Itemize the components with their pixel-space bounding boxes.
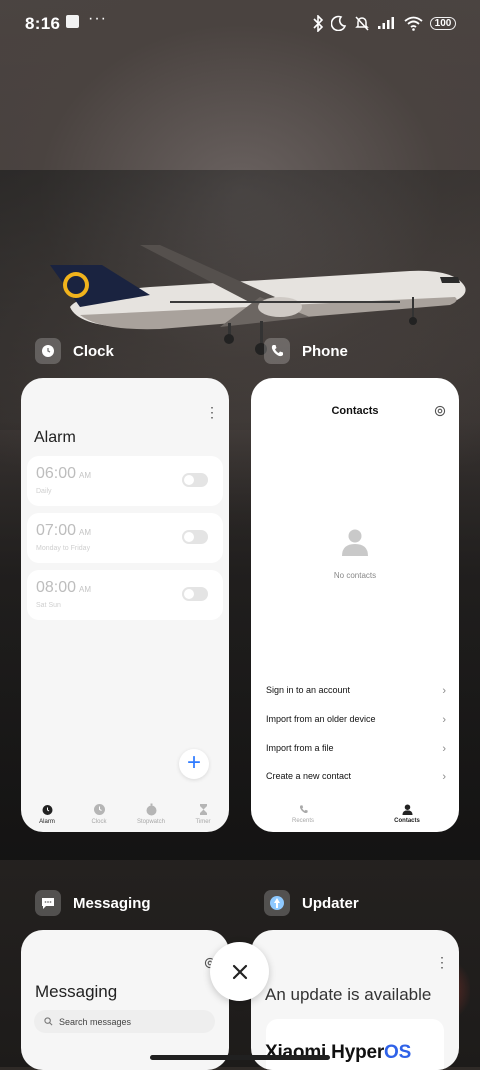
- close-icon: [232, 964, 247, 979]
- app-name-messaging: Messaging: [73, 894, 151, 912]
- tab-clock[interactable]: Clock: [73, 796, 125, 832]
- alarm-icon: [42, 805, 52, 815]
- status-icons: 100: [312, 12, 456, 34]
- app-header-clock[interactable]: Clock: [35, 338, 114, 364]
- update-title: An update is available: [265, 985, 432, 1004]
- bluetooth-icon: [313, 14, 324, 32]
- option-sign-in[interactable]: Sign in to an account ›: [266, 685, 446, 703]
- more-options-icon[interactable]: ⋮: [435, 955, 449, 969]
- clock-app-card[interactable]: ⋮ Alarm 06:00 AM Daily 07:00 AM Monday to …: [21, 378, 229, 832]
- option-import-file[interactable]: Import from a file ›: [266, 743, 446, 761]
- hyperos-logo-text: Xiaomi HyperOS: [265, 1042, 412, 1063]
- moon-icon: [331, 15, 347, 31]
- tab-stopwatch[interactable]: Stopwatch: [125, 796, 177, 832]
- timer-icon: [199, 804, 207, 815]
- app-header-phone[interactable]: Phone: [264, 338, 348, 364]
- wifi-icon: [404, 16, 423, 31]
- alarm-repeat: Daily: [36, 488, 52, 495]
- signal-icon: [378, 17, 394, 29]
- alarm-item[interactable]: 08:00 AM Sat Sun: [27, 570, 223, 620]
- app-name-clock: Clock: [73, 342, 114, 360]
- chevron-right-icon: ›: [442, 714, 446, 726]
- clear-all-button[interactable]: [210, 942, 269, 1001]
- tab-alarm[interactable]: Alarm: [21, 796, 73, 832]
- empty-state-text: No contacts: [333, 571, 377, 580]
- tab-contacts[interactable]: Contacts: [355, 796, 459, 832]
- app-name-phone: Phone: [302, 342, 348, 360]
- tab-timer[interactable]: Timer: [177, 796, 229, 832]
- alarm-title: Alarm: [34, 429, 76, 446]
- status-bar: 8:16 ··· 100: [0, 0, 480, 48]
- phone-app-icon: [264, 338, 290, 364]
- clock-tab-bar: Alarm Clock Stopwatch Timer: [21, 796, 229, 832]
- person-icon: [401, 804, 413, 815]
- alarm-time: 08:00 AM: [36, 579, 92, 596]
- alarm-toggle[interactable]: [182, 473, 208, 487]
- notification-icon: [66, 15, 79, 28]
- muted-bell-icon: [355, 16, 369, 31]
- search-placeholder: Search messages: [59, 1016, 132, 1027]
- updater-app-icon: [264, 890, 290, 916]
- search-icon: [44, 1017, 53, 1026]
- chevron-right-icon: ›: [442, 743, 446, 755]
- messaging-title: Messaging: [35, 982, 118, 1001]
- more-notifications-icon: ···: [88, 10, 107, 27]
- phone-app-card[interactable]: Contacts No contacts Sign in to an accou…: [251, 378, 459, 832]
- chevron-right-icon: ›: [442, 685, 446, 697]
- alarm-time: 07:00 AM: [36, 522, 92, 539]
- stopwatch-icon: [146, 803, 156, 816]
- app-header-messaging[interactable]: Messaging: [35, 890, 151, 916]
- contacts-title: Contacts: [331, 405, 379, 417]
- app-header-updater[interactable]: Updater: [264, 890, 359, 916]
- add-alarm-button[interactable]: +: [179, 749, 209, 779]
- home-indicator[interactable]: [150, 1055, 330, 1060]
- messaging-app-icon: [35, 890, 61, 916]
- phone-tab-bar: Recents Contacts: [251, 796, 459, 832]
- tab-recents[interactable]: Recents: [251, 796, 355, 832]
- messaging-app-card[interactable]: Messaging Search messages: [21, 930, 229, 1070]
- clock-app-icon: [35, 338, 61, 364]
- alarm-toggle[interactable]: [182, 530, 208, 544]
- alarm-repeat: Sat Sun: [36, 602, 61, 609]
- alarm-item[interactable]: 07:00 AM Monday to Friday: [27, 513, 223, 563]
- clock-icon: [93, 804, 105, 815]
- app-name-updater: Updater: [302, 894, 359, 912]
- alarm-item[interactable]: 06:00 AM Daily: [27, 456, 223, 506]
- phone-icon: [299, 805, 308, 814]
- alarm-time: 06:00 AM: [36, 465, 92, 482]
- more-options-icon[interactable]: ⋮: [205, 405, 219, 419]
- person-placeholder-icon: [342, 529, 368, 556]
- option-create-contact[interactable]: Create a new contact ›: [266, 771, 446, 789]
- battery-indicator: 100: [430, 16, 456, 30]
- option-import-older-device[interactable]: Import from an older device ›: [266, 714, 446, 732]
- chevron-right-icon: ›: [442, 771, 446, 783]
- updater-app-card[interactable]: ⋮ An update is available Xiaomi HyperOS: [251, 930, 459, 1070]
- settings-gear-icon[interactable]: [434, 405, 446, 417]
- search-input[interactable]: Search messages: [34, 1010, 215, 1033]
- alarm-toggle[interactable]: [182, 587, 208, 601]
- status-time: 8:16: [25, 14, 61, 33]
- alarm-repeat: Monday to Friday: [36, 545, 91, 552]
